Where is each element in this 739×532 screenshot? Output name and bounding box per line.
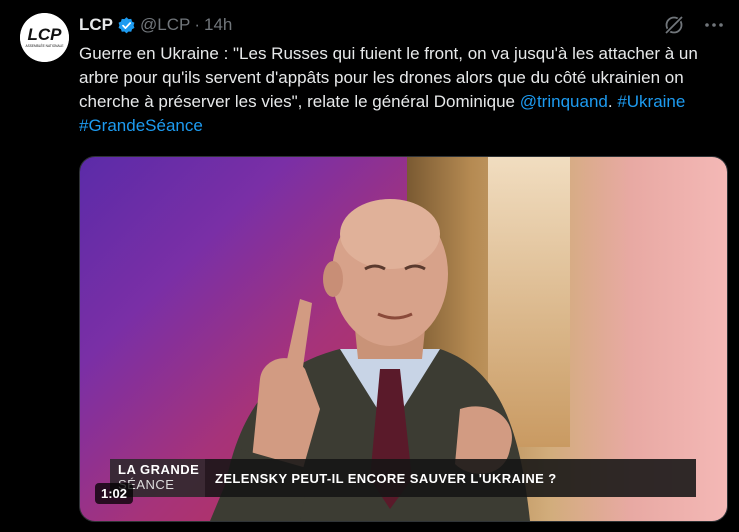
lcp-logo: LCP ASSEMBLÉE NATIONALE	[20, 13, 69, 62]
more-icon[interactable]	[703, 14, 725, 36]
tweet-text: Guerre en Ukraine : "Les Russes qui fuie…	[79, 42, 719, 138]
svg-text:LCP: LCP	[28, 25, 63, 44]
mention-link[interactable]: @trinquand	[520, 92, 608, 111]
chyron-title: ZELENSKY PEUT-IL ENCORE SAUVER L'UKRAINE…	[205, 459, 696, 497]
avatar[interactable]: LCP ASSEMBLÉE NATIONALE	[20, 13, 69, 62]
hashtag-ukraine[interactable]: #Ukraine	[617, 92, 685, 111]
hashtag-grandeseance[interactable]: #GrandeSéance	[79, 116, 203, 135]
separator: ·	[194, 15, 200, 34]
grok-icon[interactable]	[663, 14, 685, 36]
timestamp[interactable]: 14h	[204, 15, 232, 35]
video-player[interactable]: LA GRANDE SÉANCE ZELENSKY PEUT-IL ENCORE…	[79, 156, 728, 522]
show-logo-top: LA GRANDE	[118, 462, 200, 477]
video-chyron: LA GRANDE SÉANCE ZELENSKY PEUT-IL ENCORE…	[110, 459, 696, 497]
verified-badge-icon	[117, 16, 136, 35]
header-actions	[663, 14, 725, 36]
tweet-header: LCP @LCP · 14h	[79, 14, 232, 36]
tweet[interactable]: LCP ASSEMBLÉE NATIONALE LCP @LCP · 14h G…	[0, 0, 739, 532]
svg-text:ASSEMBLÉE NATIONALE: ASSEMBLÉE NATIONALE	[25, 43, 63, 48]
author-name[interactable]: LCP	[79, 15, 113, 35]
author-handle[interactable]: @LCP	[140, 15, 190, 35]
video-duration-badge: 1:02	[95, 483, 134, 504]
tweet-text-punct: .	[607, 92, 618, 111]
